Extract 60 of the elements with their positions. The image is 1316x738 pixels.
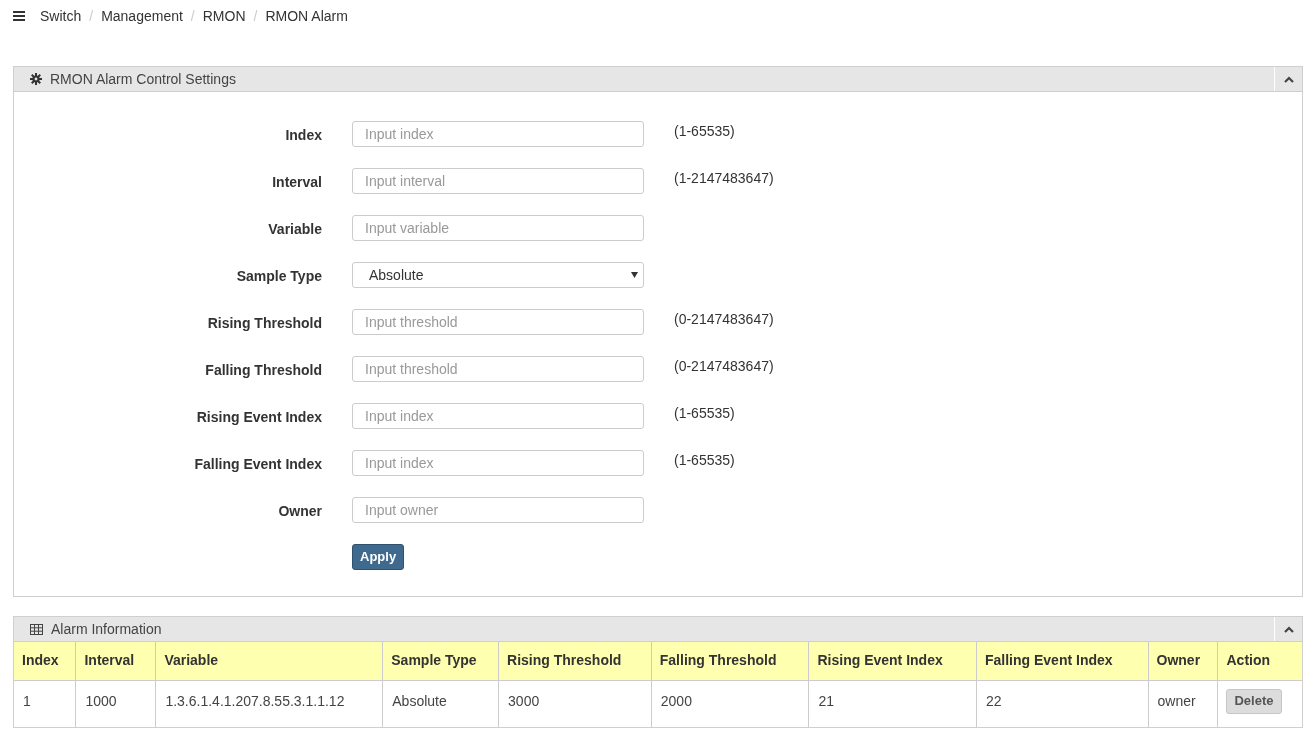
menu-icon[interactable] xyxy=(13,11,25,21)
input-field[interactable]: Input variable xyxy=(352,215,644,241)
apply-button[interactable]: Apply xyxy=(352,544,405,570)
sample-type-select[interactable]: Absolute xyxy=(352,262,644,288)
table-cell: 1 xyxy=(14,680,76,727)
field-label: Sample Type xyxy=(235,267,322,286)
panel-title: RMON Alarm Control Settings xyxy=(50,69,236,89)
input-field[interactable]: Input index xyxy=(352,450,644,476)
gear-icon xyxy=(30,73,42,85)
breadcrumb-separator: / xyxy=(189,6,196,26)
breadcrumb-separator: / xyxy=(252,6,259,26)
breadcrumb-separator: / xyxy=(88,6,95,26)
breadcrumb-item: RMON Alarm xyxy=(265,6,348,26)
input-field[interactable]: Input threshold xyxy=(352,309,644,335)
field-label: Variable xyxy=(267,220,322,239)
range-hint: (1-65535) xyxy=(674,122,735,141)
column-header: Falling Event Index xyxy=(976,642,1149,680)
breadcrumb-item[interactable]: RMON xyxy=(202,5,246,27)
table-icon xyxy=(30,623,43,635)
input-field[interactable]: Input index xyxy=(352,403,644,429)
collapse-icon[interactable] xyxy=(1283,625,1294,633)
column-header: Variable xyxy=(155,642,383,680)
table-cell: owner xyxy=(1148,680,1218,727)
range-hint: (0-2147483647) xyxy=(674,357,774,376)
range-hint: (0-2147483647) xyxy=(674,310,774,329)
range-hint: (1-2147483647) xyxy=(674,169,774,188)
input-field[interactable]: Input owner xyxy=(352,497,644,523)
table-cell: 21 xyxy=(808,680,977,727)
breadcrumb-item[interactable]: Switch xyxy=(40,5,82,27)
dropdown-caret-icon xyxy=(631,272,638,278)
table-cell: 1.3.6.1.4.1.207.8.55.3.1.1.12 xyxy=(155,680,383,727)
field-label: Falling Threshold xyxy=(204,361,322,380)
table-cell: 2000 xyxy=(651,680,809,727)
table-cell: 3000 xyxy=(498,680,652,727)
column-header: Interval xyxy=(75,642,156,680)
breadcrumb-item[interactable]: Management xyxy=(101,5,183,27)
panel-title: Alarm Information xyxy=(51,619,162,639)
input-field[interactable]: Input threshold xyxy=(352,356,644,382)
range-hint: (1-65535) xyxy=(674,451,735,470)
field-label: Rising Event Index xyxy=(195,408,322,427)
column-header: Falling Threshold xyxy=(651,642,809,680)
column-header: Sample Type xyxy=(382,642,499,680)
column-header: Index xyxy=(14,642,76,680)
table-cell: Absolute xyxy=(382,680,499,727)
range-hint: (1-65535) xyxy=(674,404,735,423)
column-header: Rising Threshold xyxy=(498,642,652,680)
column-header: Rising Event Index xyxy=(808,642,977,680)
column-header: Action xyxy=(1218,642,1302,680)
field-label: Falling Event Index xyxy=(193,455,322,474)
column-header: Owner xyxy=(1148,642,1218,680)
table-cell: 1000 xyxy=(75,680,156,727)
table-cell: 22 xyxy=(976,680,1149,727)
input-field[interactable]: Input index xyxy=(352,121,644,147)
collapse-icon[interactable] xyxy=(1283,75,1294,83)
field-label: Interval xyxy=(271,173,322,192)
field-label: Rising Threshold xyxy=(206,314,322,333)
delete-button[interactable]: Delete xyxy=(1226,688,1282,714)
field-label: Owner xyxy=(277,502,322,521)
field-label: Index xyxy=(284,126,322,145)
input-field[interactable]: Input interval xyxy=(352,168,644,194)
